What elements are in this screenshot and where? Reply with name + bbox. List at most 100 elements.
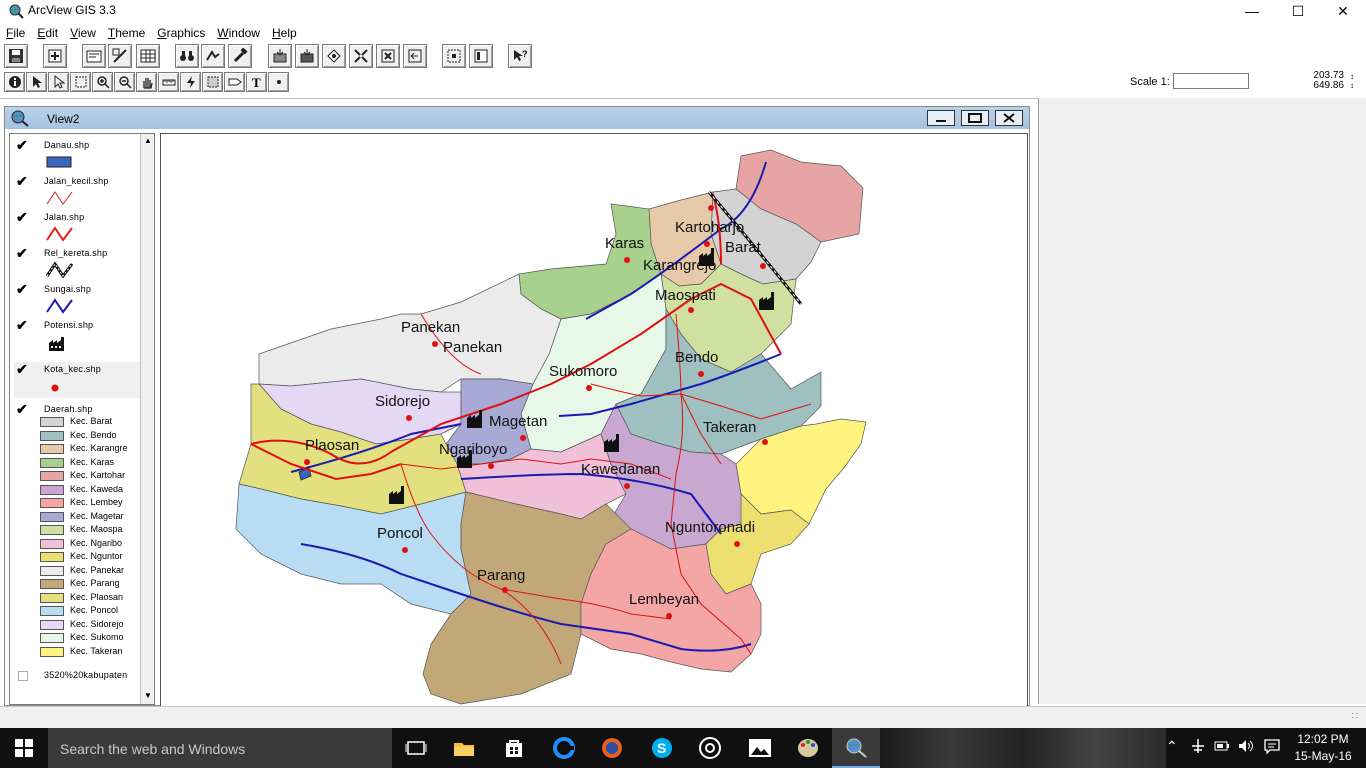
taskbar-search-box[interactable]: Search the web and Windows — [48, 728, 392, 768]
layer-checkbox[interactable]: ✔ — [16, 362, 30, 376]
maximize-button[interactable]: ☐ — [1275, 0, 1321, 22]
zoom-active-themes-button[interactable] — [295, 44, 319, 68]
skype-icon[interactable]: S — [638, 728, 686, 768]
toc-scrollbar[interactable]: ▲ ▼ — [140, 134, 154, 704]
town-dot[interactable] — [520, 435, 526, 441]
zoom-in-tool[interactable] — [92, 72, 113, 92]
layer-checkbox[interactable]: ✔ — [16, 174, 30, 188]
find-button[interactable] — [175, 44, 199, 68]
resize-grip-icon[interactable]: ∷ — [1352, 711, 1358, 722]
help-button[interactable]: ? — [508, 44, 532, 68]
town-dot[interactable] — [762, 439, 768, 445]
scale-input[interactable] — [1173, 73, 1249, 89]
vertex-edit-tool[interactable] — [48, 72, 69, 92]
toc-layer-jalan[interactable]: ✔ Jalan.shp — [14, 210, 140, 242]
town-dot[interactable] — [734, 541, 740, 547]
town-dot[interactable] — [502, 587, 508, 593]
menu-graphics[interactable]: Graphics — [157, 26, 205, 40]
toc-layer-jalan-kecil[interactable]: ✔ Jalan_kecil.shp — [14, 174, 140, 206]
town-dot[interactable] — [708, 205, 714, 211]
pointer-tool[interactable] — [26, 72, 47, 92]
edge-browser-icon[interactable] — [540, 728, 588, 768]
locate-address-button[interactable] — [201, 44, 225, 68]
toc-layer-sungai[interactable]: ✔ Sungai.shp — [14, 282, 140, 314]
menu-help[interactable]: Help — [272, 26, 297, 40]
town-dot[interactable] — [624, 483, 630, 489]
theme-properties-button[interactable] — [82, 44, 106, 68]
view-close-button[interactable] — [995, 110, 1023, 126]
task-view-icon[interactable] — [392, 728, 440, 768]
scroll-down-icon[interactable]: ▼ — [142, 690, 154, 702]
scroll-up-icon[interactable]: ▲ — [142, 135, 154, 147]
firefox-icon[interactable] — [588, 728, 636, 768]
area-of-interest-tool[interactable] — [202, 72, 223, 92]
layer-checkbox[interactable]: ✔ — [16, 246, 30, 260]
volume-icon[interactable] — [1238, 738, 1254, 757]
measure-tool[interactable] — [158, 72, 179, 92]
save-project-button[interactable] — [4, 44, 28, 68]
layer-checkbox-unchecked[interactable] — [18, 671, 28, 681]
draw-point-tool[interactable] — [268, 72, 289, 92]
toc-layer-kota-kec[interactable]: ✔ Kota_kec.shp — [14, 362, 142, 398]
toc-layer-kabupaten[interactable]: 3520%20kabupaten — [14, 668, 140, 688]
zoom-selected-button[interactable] — [322, 44, 346, 68]
tray-expand-icon[interactable]: ⌃ — [1166, 738, 1178, 755]
taskbar-clock[interactable]: 12:02 PM 15-May-16 — [1290, 731, 1356, 765]
zoom-full-extent-button[interactable] — [268, 44, 292, 68]
menu-window[interactable]: Window — [217, 26, 260, 40]
view-minimize-button[interactable] — [927, 110, 955, 126]
add-theme-button[interactable] — [43, 44, 67, 68]
select-feature-tool[interactable] — [70, 72, 91, 92]
clear-selection-button[interactable] — [469, 44, 493, 68]
town-dot[interactable] — [402, 547, 408, 553]
map-display[interactable]: Kartoharjo Barat Karas Karangrejo Maospa… — [160, 133, 1028, 707]
file-explorer-icon[interactable] — [440, 728, 488, 768]
media-player-icon[interactable] — [686, 728, 734, 768]
photos-icon[interactable] — [736, 728, 784, 768]
paint-palette-icon[interactable] — [784, 728, 832, 768]
menu-file[interactable]: File — [6, 26, 25, 40]
layer-checkbox[interactable]: ✔ — [16, 210, 30, 224]
notifications-icon[interactable] — [1264, 738, 1280, 757]
layer-checkbox[interactable]: ✔ — [16, 282, 30, 296]
town-dot[interactable] — [406, 415, 412, 421]
select-features-button[interactable] — [442, 44, 466, 68]
town-dot[interactable] — [432, 341, 438, 347]
airplane-mode-icon[interactable] — [1190, 738, 1206, 757]
identify-tool[interactable] — [4, 72, 25, 92]
town-dot[interactable] — [624, 257, 630, 263]
town-dot[interactable] — [586, 385, 592, 391]
open-table-button[interactable] — [136, 44, 160, 68]
layer-checkbox[interactable]: ✔ — [16, 318, 30, 332]
town-dot[interactable] — [304, 459, 310, 465]
layer-checkbox[interactable]: ✔ — [16, 138, 30, 152]
town-dot[interactable] — [488, 463, 494, 469]
query-builder-button[interactable] — [228, 44, 252, 68]
hotlink-tool[interactable] — [180, 72, 201, 92]
minimize-button[interactable]: — — [1229, 0, 1275, 22]
battery-icon[interactable] — [1214, 740, 1230, 755]
close-button[interactable]: ✕ — [1320, 0, 1366, 22]
town-dot[interactable] — [666, 613, 672, 619]
town-dot[interactable] — [698, 371, 704, 377]
layer-checkbox[interactable]: ✔ — [16, 402, 30, 416]
toc-layer-potensi[interactable]: ✔ Potensi.shp — [14, 318, 140, 354]
view-maximize-button[interactable] — [961, 110, 989, 126]
town-dot[interactable] — [704, 241, 710, 247]
menu-view[interactable]: View — [70, 26, 96, 40]
edit-legend-button[interactable] — [108, 44, 132, 68]
store-icon[interactable] — [490, 728, 538, 768]
map-canvas[interactable]: Kartoharjo Barat Karas Karangrejo Maospa… — [161, 134, 1027, 706]
zoom-out-tool[interactable] — [114, 72, 135, 92]
menu-edit[interactable]: Edit — [37, 26, 58, 40]
town-dot[interactable] — [688, 307, 694, 313]
zoom-in-button[interactable] — [349, 44, 373, 68]
toc-layer-rel-kereta[interactable]: ✔ Rel_kereta.shp — [14, 246, 140, 279]
view-titlebar[interactable]: View2 — [5, 107, 1029, 129]
start-button[interactable] — [0, 728, 48, 768]
zoom-out-button[interactable] — [376, 44, 400, 68]
arcview-taskbar-icon[interactable] — [832, 728, 880, 768]
toc-layer-danau[interactable]: ✔ Danau.shp — [14, 138, 140, 170]
zoom-previous-button[interactable] — [403, 44, 427, 68]
text-tool[interactable]: T — [246, 72, 267, 92]
